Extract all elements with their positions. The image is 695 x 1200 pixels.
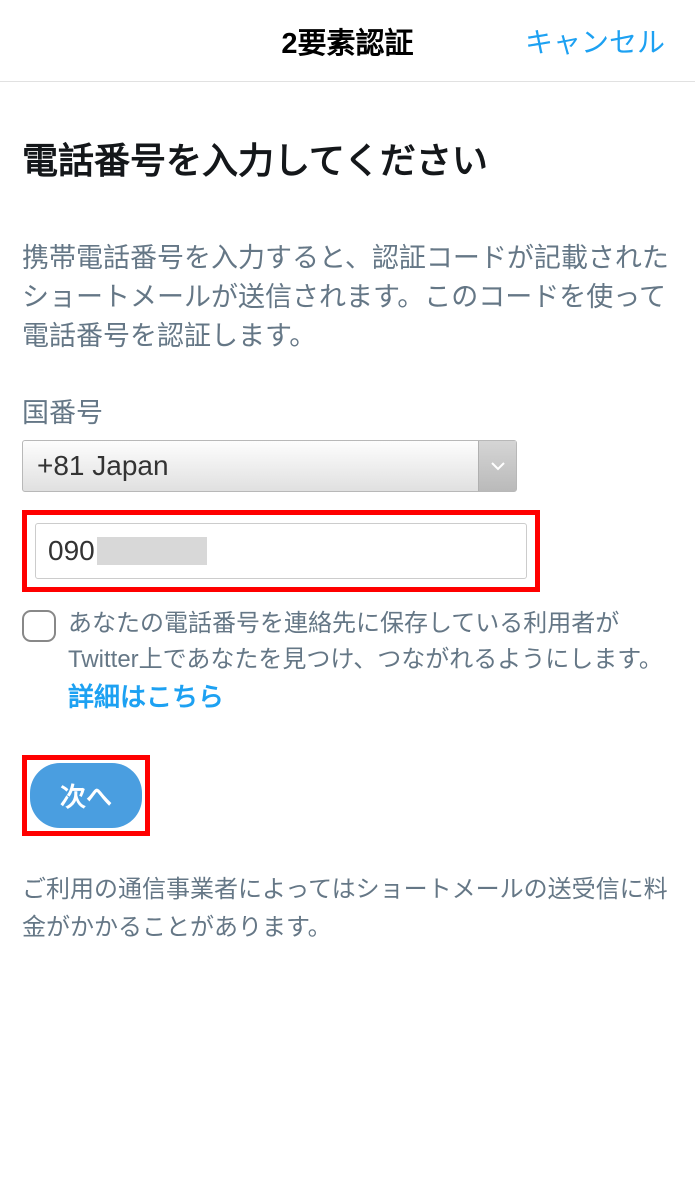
redacted-area [97, 537, 207, 565]
country-code-select[interactable]: +81 Japan [22, 440, 517, 492]
country-code-label: 国番号 [22, 391, 673, 430]
description-text: 携帯電話番号を入力すると、認証コードが記載されたショートメールが送信されます。こ… [22, 239, 673, 356]
header-title: 2要素認証 [281, 20, 413, 62]
cancel-button[interactable]: キャンセル [525, 21, 665, 61]
phone-number-input[interactable]: 090 [35, 523, 527, 579]
discoverability-option: あなたの電話番号を連絡先に保存している利用者がTwitter上であなたを見つけ、… [22, 606, 673, 717]
page-title: 電話番号を入力してください [22, 132, 673, 184]
header: 2要素認証 キャンセル [0, 0, 695, 82]
content-area: 電話番号を入力してください 携帯電話番号を入力すると、認証コードが記載されたショ… [0, 82, 695, 946]
detail-link[interactable]: 詳細はこちら [68, 682, 224, 712]
checkbox-label: あなたの電話番号を連絡先に保存している利用者がTwitter上であなたを見つけ、… [68, 606, 673, 717]
next-button-highlight: 次へ [22, 755, 150, 836]
country-code-value: +81 Japan [37, 450, 169, 482]
phone-number-value: 090 [48, 535, 95, 567]
chevron-down-icon [478, 441, 516, 491]
next-button[interactable]: 次へ [30, 763, 142, 828]
discoverability-checkbox[interactable] [22, 610, 56, 642]
footer-note: ご利用の通信事業者によってはショートメールの送受信に料金がかかることがあります。 [22, 871, 673, 945]
phone-input-highlight: 090 [22, 510, 540, 592]
